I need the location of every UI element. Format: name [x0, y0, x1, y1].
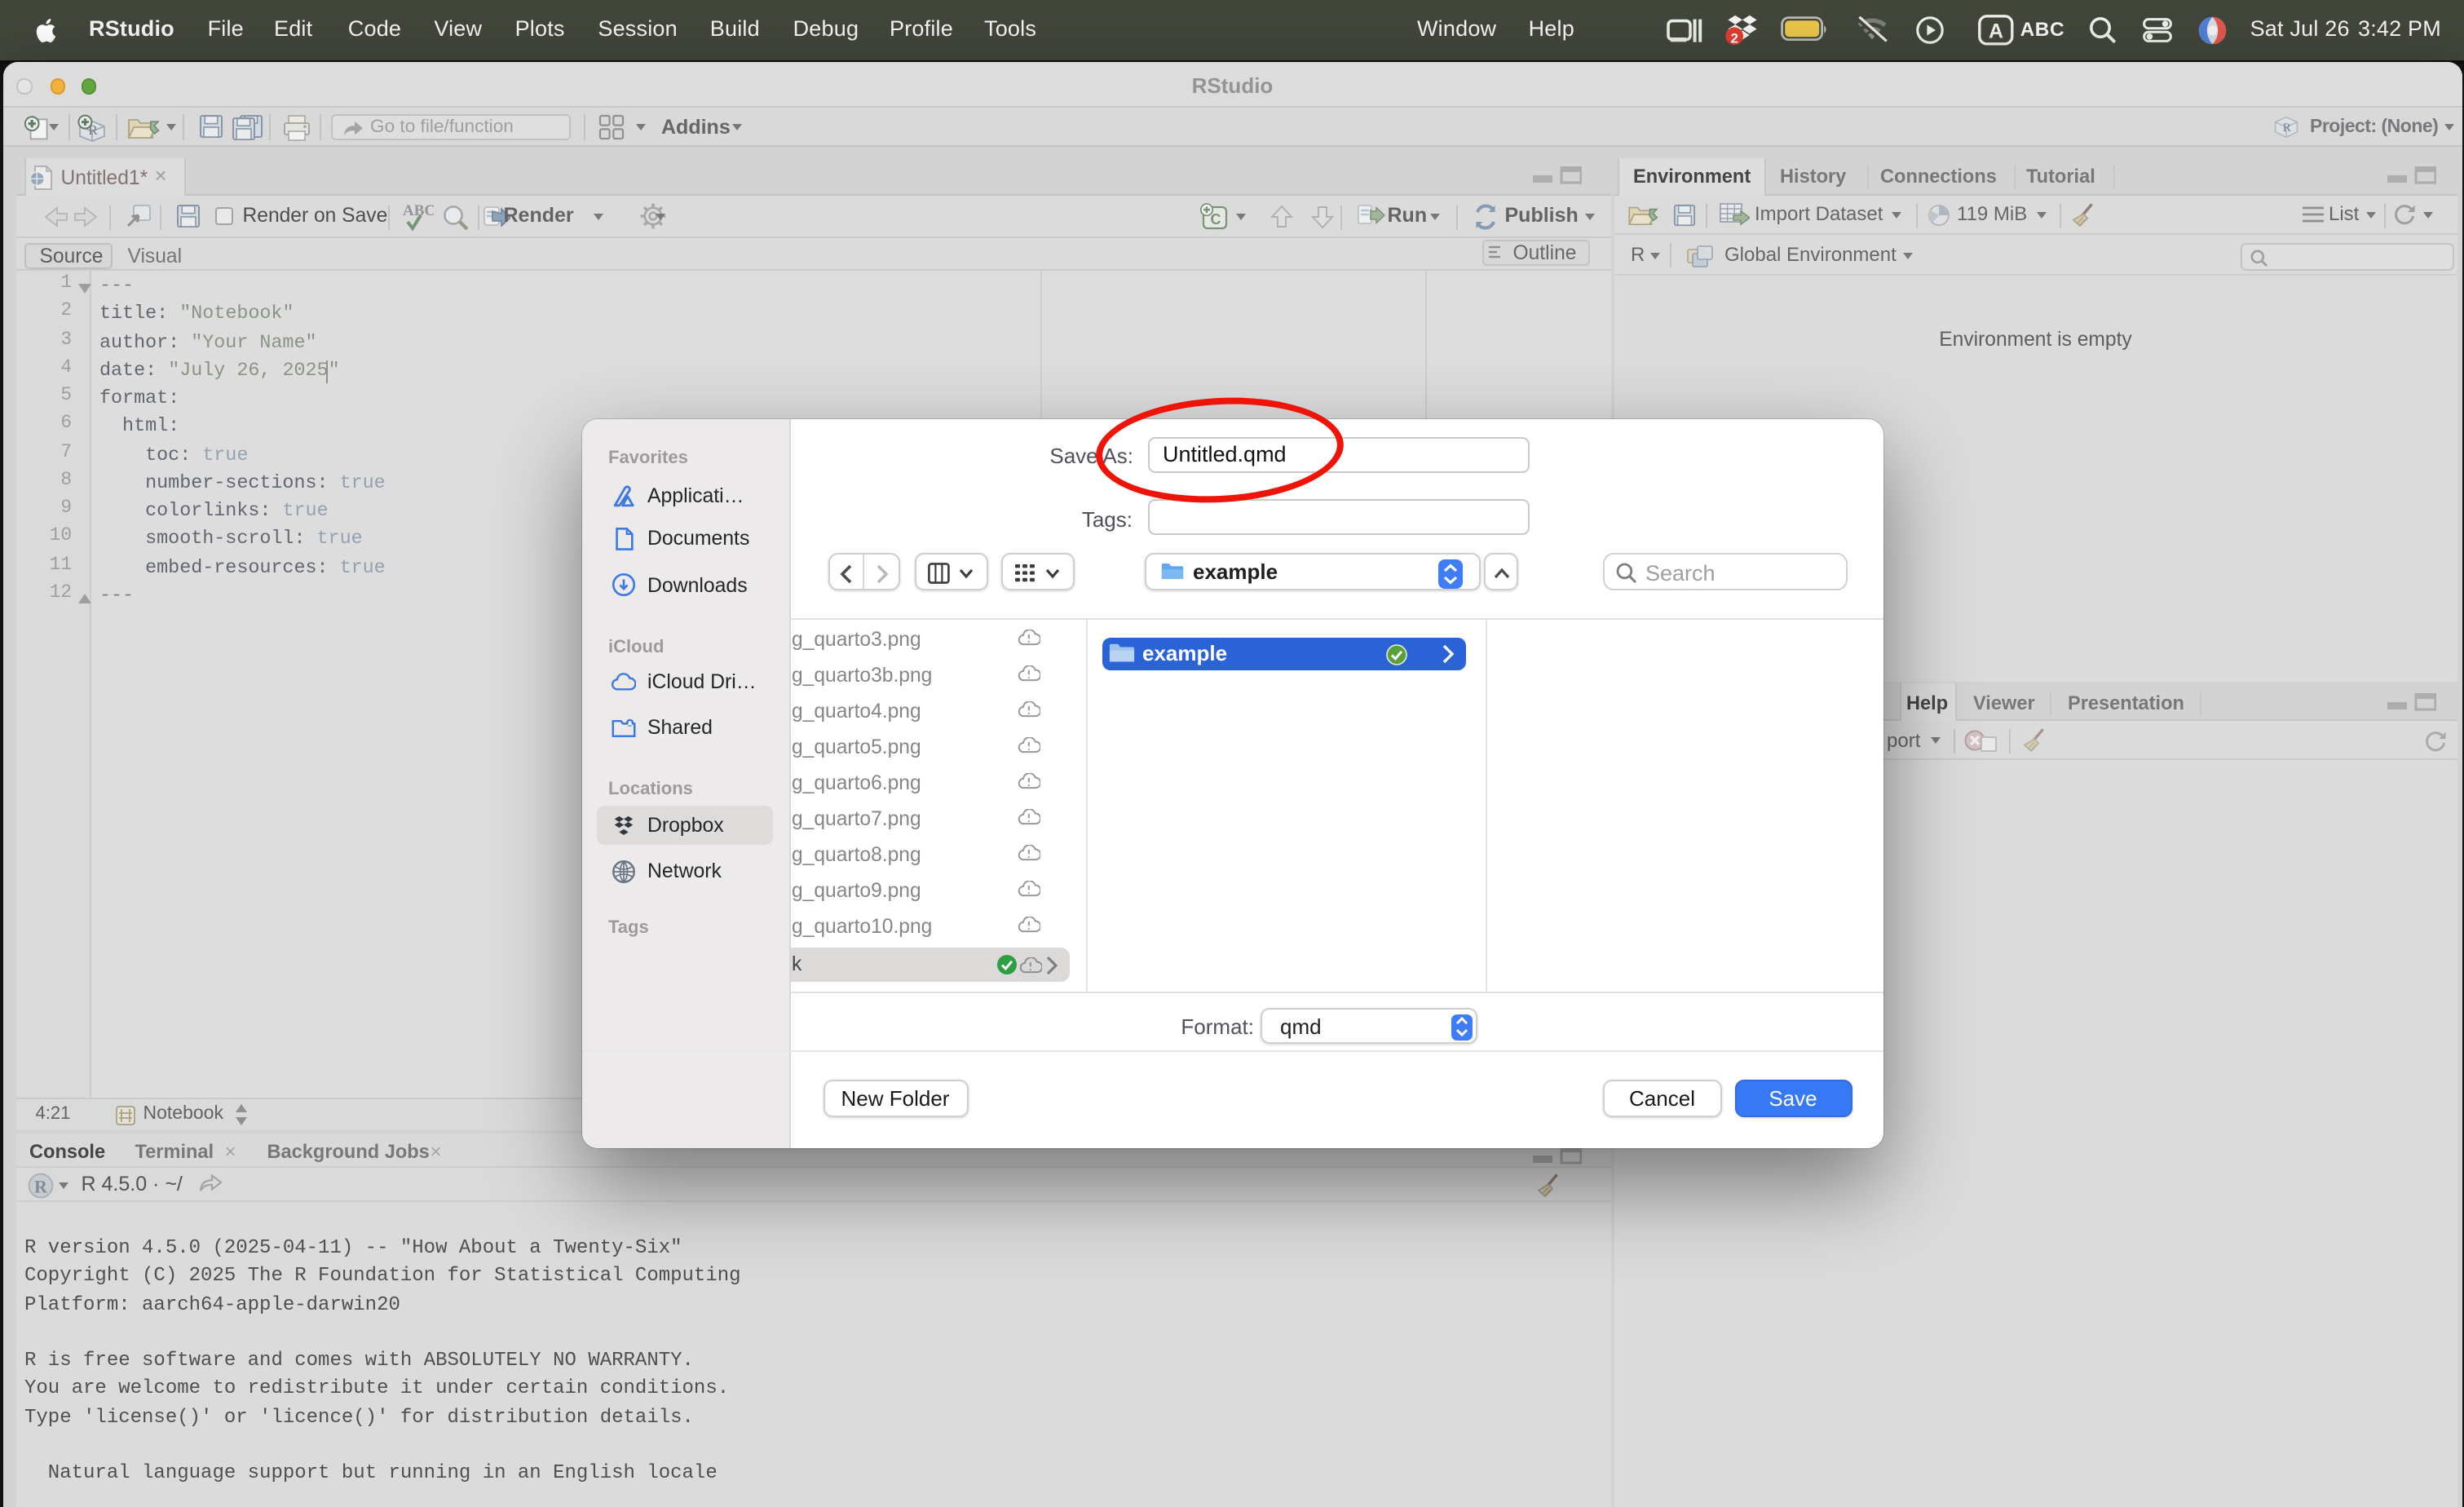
svg-text:A: A — [1989, 20, 2003, 42]
svg-text:R: R — [2282, 121, 2291, 135]
svg-text:2: 2 — [1729, 30, 1737, 46]
svg-text:R: R — [34, 1176, 48, 1196]
